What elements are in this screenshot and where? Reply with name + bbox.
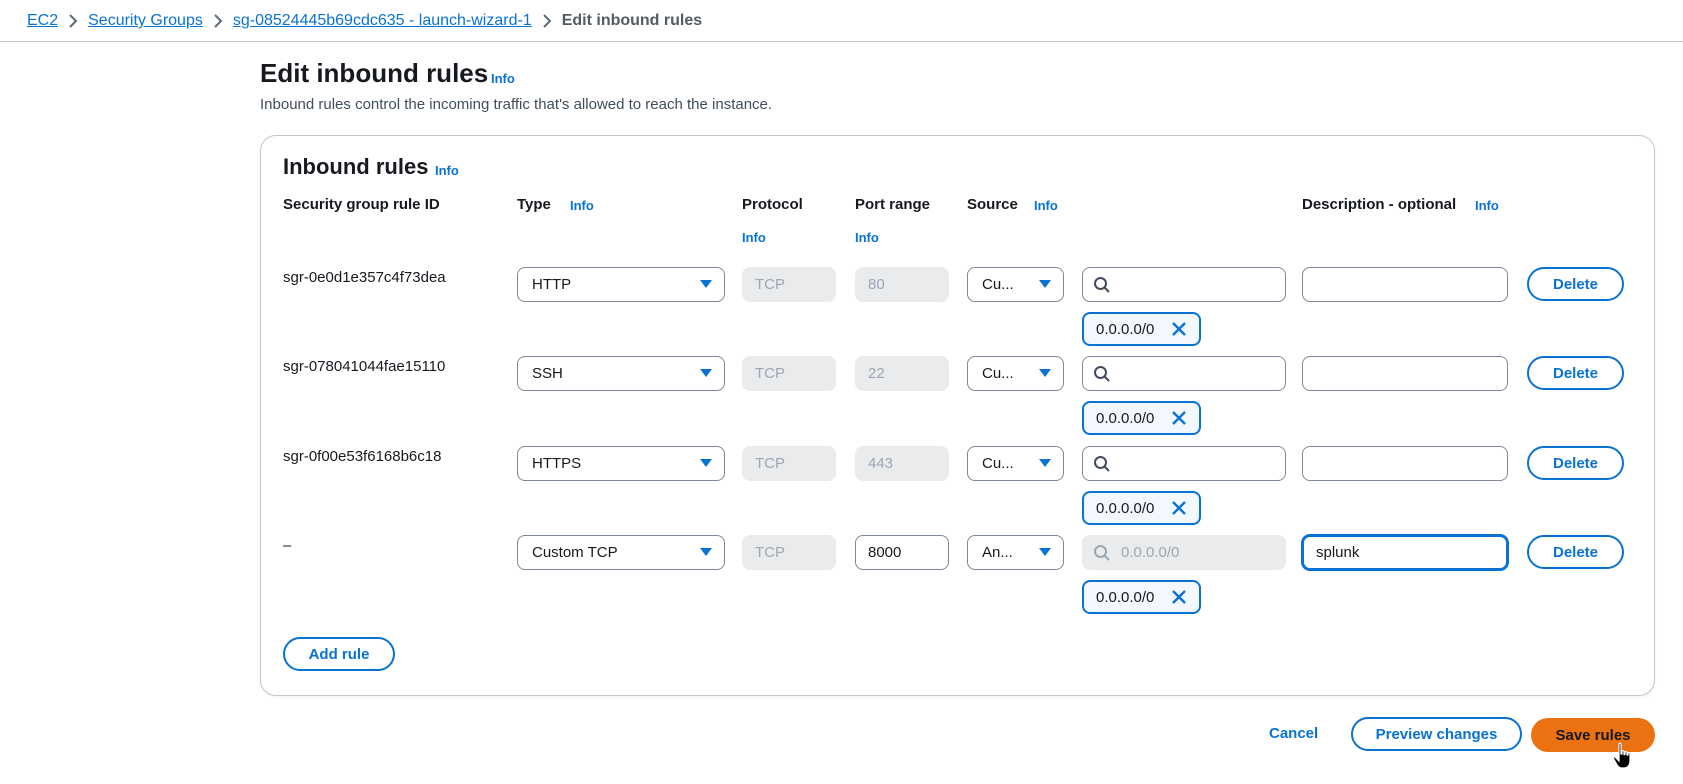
port-range-field: 22 <box>855 356 949 391</box>
source-info-link[interactable]: Info <box>1034 198 1058 213</box>
protocol-info-link[interactable]: Info <box>742 230 766 245</box>
delete-button[interactable]: Delete <box>1527 267 1624 301</box>
column-header-description: Description - optional <box>1302 196 1457 213</box>
description-input[interactable] <box>1302 267 1508 302</box>
cidr-token: 0.0.0.0/0 <box>1082 312 1201 346</box>
description-value: splunk <box>1316 544 1360 561</box>
port-range-field: 80 <box>855 267 949 302</box>
source-select[interactable]: Cu... <box>967 267 1064 302</box>
breadcrumb: EC2 Security Groups sg-08524445b69cdc635… <box>27 6 702 36</box>
description-input[interactable]: splunk <box>1302 535 1508 570</box>
cidr-search-input[interactable] <box>1082 267 1286 302</box>
cidr-search-input: 0.0.0.0/0 <box>1082 535 1286 570</box>
cancel-button[interactable]: Cancel <box>1269 725 1318 742</box>
rule-id: – <box>283 537 292 554</box>
column-header-source: Source <box>967 196 1018 213</box>
caret-down-icon <box>700 548 712 556</box>
panel-title: Inbound rules <box>283 154 429 179</box>
protocol-field: TCP <box>742 356 836 391</box>
port-range-field: 443 <box>855 446 949 481</box>
column-header-rule-id: Security group rule ID <box>283 196 440 213</box>
hand-pointer-icon <box>1612 742 1634 774</box>
page-title: Edit inbound rules <box>260 58 489 88</box>
chevron-right-icon <box>213 14 223 28</box>
protocol-field: TCP <box>742 535 836 570</box>
cidr-token-label: 0.0.0.0/0 <box>1096 588 1155 606</box>
search-icon <box>1094 544 1110 561</box>
save-rules-button[interactable]: Save rules <box>1531 718 1655 752</box>
rule-id: sgr-078041044fae15110 <box>283 358 446 375</box>
caret-down-icon <box>1039 548 1051 556</box>
breadcrumb-ec2-link[interactable]: EC2 <box>27 12 58 30</box>
type-select[interactable]: HTTP <box>517 267 725 302</box>
cidr-token-label: 0.0.0.0/0 <box>1096 320 1155 338</box>
caret-down-icon <box>1039 459 1051 467</box>
source-select-value: Cu... <box>982 455 1014 472</box>
type-info-link[interactable]: Info <box>570 198 594 213</box>
search-icon <box>1094 365 1110 382</box>
caret-down-icon <box>1039 369 1051 377</box>
cidr-search-placeholder: 0.0.0.0/0 <box>1121 544 1180 561</box>
close-icon[interactable] <box>1171 410 1187 426</box>
type-select[interactable]: Custom TCP <box>517 535 725 570</box>
cidr-token-label: 0.0.0.0/0 <box>1096 409 1155 427</box>
source-select[interactable]: An... <box>967 535 1064 570</box>
breadcrumb-current: Edit inbound rules <box>561 12 703 29</box>
panel-info-link[interactable]: Info <box>435 163 459 178</box>
column-header-protocol: Protocol <box>742 196 803 213</box>
search-icon <box>1094 276 1110 293</box>
close-icon[interactable] <box>1171 321 1187 337</box>
preview-changes-button[interactable]: Preview changes <box>1351 717 1522 751</box>
breadcrumb-security-group-link[interactable]: sg-08524445b69cdc635 - launch-wizard-1 <box>233 12 532 30</box>
type-select-value: Custom TCP <box>532 544 618 561</box>
description-info-link[interactable]: Info <box>1475 198 1499 213</box>
close-icon[interactable] <box>1171 500 1187 516</box>
type-select[interactable]: SSH <box>517 356 725 391</box>
port-range-input[interactable]: 8000 <box>855 535 949 570</box>
inbound-rules-panel: Inbound rules Info Security group rule I… <box>260 135 1655 696</box>
caret-down-icon <box>700 459 712 467</box>
type-select[interactable]: HTTPS <box>517 446 725 481</box>
search-icon <box>1094 455 1110 472</box>
page-title-info-link[interactable]: Info <box>491 71 515 86</box>
source-select[interactable]: Cu... <box>967 446 1064 481</box>
port-range-info-link[interactable]: Info <box>855 230 879 245</box>
add-rule-button[interactable]: Add rule <box>283 637 395 671</box>
column-header-type: Type <box>517 196 551 213</box>
cidr-token-label: 0.0.0.0/0 <box>1096 499 1155 517</box>
source-select-value: An... <box>982 544 1013 561</box>
port-range-value: 8000 <box>868 544 902 561</box>
delete-button[interactable]: Delete <box>1527 356 1624 390</box>
cidr-token: 0.0.0.0/0 <box>1082 401 1201 435</box>
close-icon[interactable] <box>1171 589 1187 605</box>
protocol-field: TCP <box>742 446 836 481</box>
source-select[interactable]: Cu... <box>967 356 1064 391</box>
protocol-field: TCP <box>742 267 836 302</box>
description-input[interactable] <box>1302 446 1508 481</box>
type-select-value: HTTP <box>532 276 572 293</box>
source-select-value: Cu... <box>982 365 1014 382</box>
delete-button[interactable]: Delete <box>1527 535 1624 569</box>
header-divider <box>0 41 1683 42</box>
type-select-value: SSH <box>532 365 563 382</box>
chevron-right-icon <box>542 14 552 28</box>
page-description: Inbound rules control the incoming traff… <box>260 96 773 113</box>
description-input[interactable] <box>1302 356 1508 391</box>
caret-down-icon <box>700 369 712 377</box>
rule-id: sgr-0e0d1e357c4f73dea <box>283 269 446 286</box>
delete-button[interactable]: Delete <box>1527 446 1624 480</box>
type-select-value: HTTPS <box>532 455 582 472</box>
source-select-value: Cu... <box>982 276 1014 293</box>
caret-down-icon <box>700 280 712 288</box>
cidr-search-input[interactable] <box>1082 356 1286 391</box>
breadcrumb-security-groups-link[interactable]: Security Groups <box>88 12 203 30</box>
column-header-port-range: Port range <box>855 196 931 213</box>
cidr-token: 0.0.0.0/0 <box>1082 491 1201 525</box>
cidr-token: 0.0.0.0/0 <box>1082 580 1201 614</box>
chevron-right-icon <box>68 14 78 28</box>
rule-id: sgr-0f00e53f6168b6c18 <box>283 448 442 465</box>
caret-down-icon <box>1039 280 1051 288</box>
cidr-search-input[interactable] <box>1082 446 1286 481</box>
